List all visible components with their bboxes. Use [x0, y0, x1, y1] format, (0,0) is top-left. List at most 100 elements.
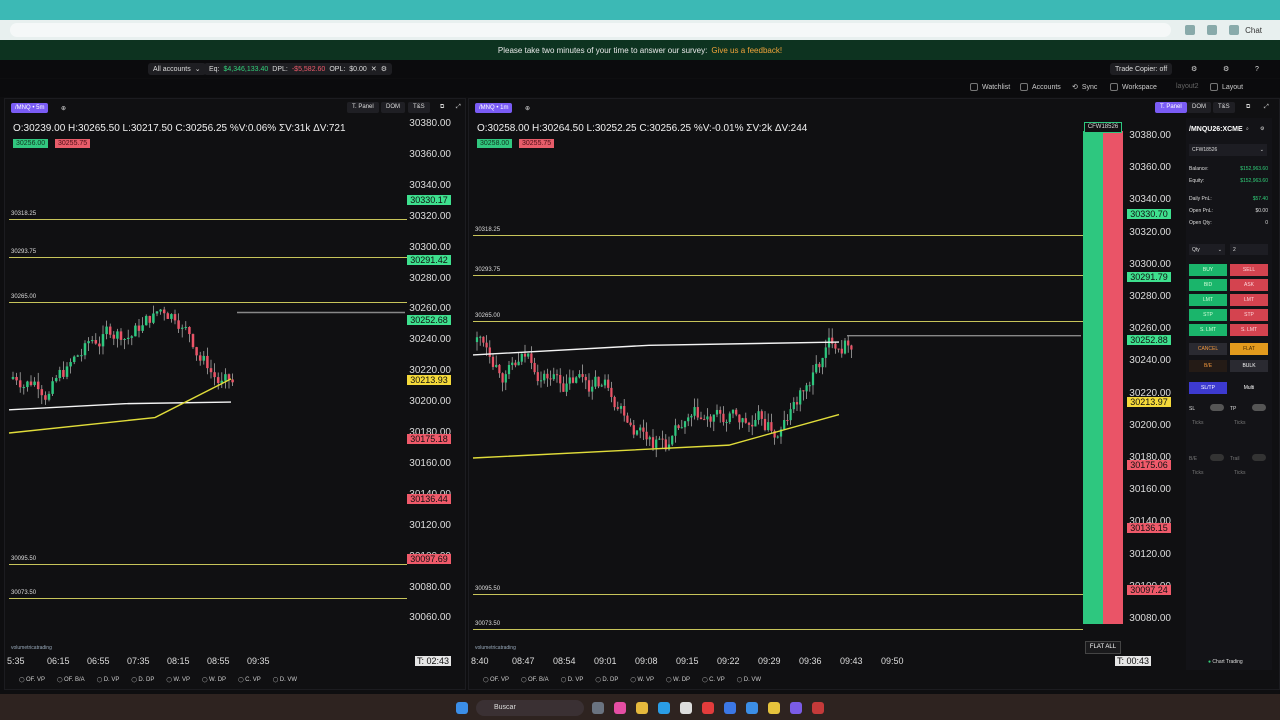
expand-icon[interactable]: ⤢ [1259, 102, 1274, 113]
study-toggle[interactable]: OF. VP [19, 677, 45, 683]
sell-button[interactable]: SELL [1230, 264, 1268, 276]
study-toggle[interactable]: D. VW [273, 677, 297, 683]
close-icon[interactable]: ✕ [371, 65, 377, 73]
account-select[interactable]: CFW18526 ⌄ [1189, 144, 1267, 156]
settings-icon[interactable]: ⚙ [1186, 63, 1202, 75]
cancel-button[interactable]: CANCEL [1189, 343, 1227, 355]
study-toggle[interactable]: D. VP [97, 677, 120, 683]
sync-button[interactable]: ⟲ Sync [1072, 83, 1097, 92]
buy-zone-bar[interactable] [1083, 131, 1103, 624]
extension-icon[interactable] [1185, 25, 1196, 35]
popout-icon[interactable]: ⧉ [1241, 102, 1255, 113]
add-tab-icon[interactable]: ⊕ [521, 103, 534, 113]
app-icon[interactable] [790, 702, 802, 714]
gear-icon[interactable]: ⚙ [1260, 126, 1264, 132]
ts-button[interactable]: T&S [408, 102, 430, 113]
tp-toggle[interactable] [1252, 404, 1266, 411]
study-toggle[interactable]: OF. VP [483, 677, 509, 683]
profile-icon[interactable] [1229, 25, 1240, 35]
app-icon[interactable] [614, 702, 626, 714]
task-view-icon[interactable] [592, 702, 604, 714]
study-toggle[interactable]: OF. B/A [521, 677, 549, 683]
watchlist-button[interactable]: Watchlist [970, 83, 1010, 91]
file-explorer-icon[interactable] [636, 702, 648, 714]
expand-icon[interactable]: ⤢ [451, 102, 466, 113]
popout-icon[interactable]: ⧉ [435, 102, 449, 113]
sell-stp-button[interactable]: STP [1230, 309, 1268, 321]
y-axis-label: 30360.00 [1129, 162, 1171, 174]
breakeven-button[interactable]: B/E [1189, 360, 1227, 372]
qty-input[interactable]: 2 [1230, 244, 1268, 255]
right-price-chart[interactable] [469, 119, 1081, 659]
bookmark-icon[interactable] [1207, 25, 1218, 35]
t-panel-button[interactable]: T. Panel [1155, 102, 1187, 113]
edge-icon[interactable] [658, 702, 670, 714]
candle-body [523, 353, 527, 357]
sell-lmt-button[interactable]: LMT [1230, 294, 1268, 306]
app-icon[interactable] [812, 702, 824, 714]
sl-toggle[interactable] [1210, 404, 1224, 411]
help-icon[interactable] [724, 702, 736, 714]
windows-start-icon[interactable] [456, 702, 468, 714]
study-toggle[interactable]: D. DP [595, 677, 618, 683]
study-toggle[interactable]: D. VW [737, 677, 761, 683]
buy-lmt-button[interactable]: LMT [1189, 294, 1227, 306]
workspace-button[interactable]: Workspace [1110, 83, 1157, 91]
study-toggle[interactable]: W. DP [666, 677, 690, 683]
study-toggle[interactable]: D. VP [561, 677, 584, 683]
multi-tab[interactable]: Multi [1230, 382, 1268, 394]
url-field[interactable] [10, 23, 1172, 37]
candle-body [603, 379, 607, 386]
symbol-tab[interactable]: /MNQ • 5m [11, 103, 49, 113]
study-toggle[interactable]: W. DP [202, 677, 226, 683]
taskbar-search[interactable]: Buscar [476, 700, 584, 716]
buy-slmt-button[interactable]: S. LMT [1189, 324, 1227, 336]
ts-button[interactable]: T&S [1213, 102, 1235, 113]
trade-copier-toggle[interactable]: Trade Copier: off [1110, 63, 1173, 75]
candle-body [802, 390, 805, 392]
help-icon[interactable]: ? [1250, 63, 1264, 75]
trail-toggle[interactable] [1252, 454, 1266, 461]
chart-trading-toggle[interactable]: ● Chart Trading [1208, 659, 1243, 665]
bulk-button[interactable]: BULK [1230, 360, 1268, 372]
price-tag: 30330.17 [407, 194, 451, 205]
survey-link[interactable]: Give us a feedback! [711, 46, 782, 55]
left-price-chart[interactable] [5, 119, 405, 659]
chrome-icon[interactable] [768, 702, 780, 714]
bid-button[interactable]: BID [1189, 279, 1227, 291]
add-tab-icon[interactable]: ⊕ [57, 103, 70, 113]
flat-all-button[interactable]: FLAT ALL [1085, 641, 1121, 654]
flat-button[interactable]: FLAT [1230, 343, 1268, 355]
candle-body [26, 381, 29, 388]
accounts-dropdown[interactable]: All accounts ⌄ [148, 63, 206, 75]
sell-slmt-button[interactable]: S. LMT [1230, 324, 1268, 336]
symbol-tab[interactable]: /MNQ • 1m [475, 103, 513, 113]
app-icon[interactable] [702, 702, 714, 714]
ask-button[interactable]: ASK [1230, 279, 1268, 291]
qty-mode-select[interactable]: Qty ⌄ [1189, 244, 1225, 255]
layout-button[interactable]: Layout [1210, 83, 1243, 91]
mail-icon[interactable] [746, 702, 758, 714]
sell-zone-bar[interactable] [1103, 131, 1123, 624]
grid-icon[interactable]: ⚙ [1218, 63, 1234, 75]
be-toggle[interactable] [1210, 454, 1224, 461]
store-icon[interactable] [680, 702, 692, 714]
study-toggle[interactable]: D. DP [131, 677, 154, 683]
study-toggle[interactable]: W. VP [166, 677, 190, 683]
study-toggle[interactable]: C. VP [702, 677, 725, 683]
y-axis-label: 30160.00 [1129, 484, 1171, 496]
study-toggle[interactable]: OF. B/A [57, 677, 85, 683]
candle-body [850, 345, 853, 350]
chat-button[interactable]: Chat [1245, 26, 1262, 35]
study-toggle[interactable]: W. VP [630, 677, 654, 683]
study-toggle[interactable]: C. VP [238, 677, 261, 683]
dom-button[interactable]: DOM [381, 102, 405, 113]
accounts-button[interactable]: Accounts [1020, 83, 1061, 91]
sltp-tab[interactable]: SL/TP [1189, 382, 1227, 394]
buy-button[interactable]: BUY [1189, 264, 1227, 276]
search-icon[interactable]: ⌕ [1246, 126, 1249, 132]
t-panel-button[interactable]: T. Panel [347, 102, 379, 113]
gear-icon[interactable]: ⚙ [381, 65, 387, 73]
dom-button[interactable]: DOM [1187, 102, 1211, 113]
buy-stp-button[interactable]: STP [1189, 309, 1227, 321]
